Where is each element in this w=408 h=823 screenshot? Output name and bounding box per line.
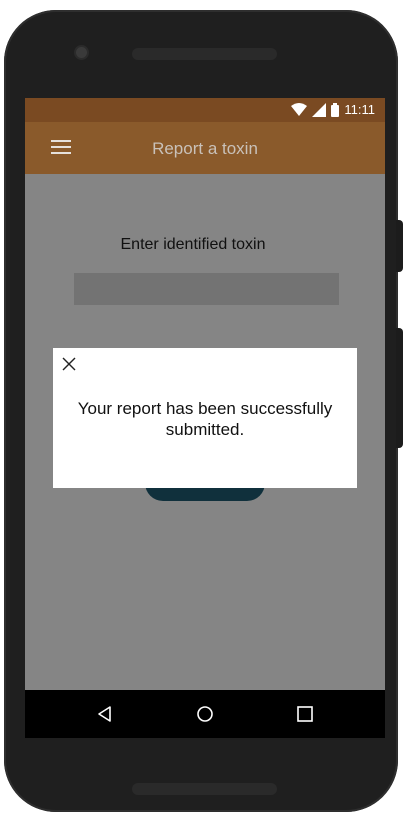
top-speaker bbox=[132, 48, 277, 60]
status-time: 11:11 bbox=[344, 102, 375, 117]
home-circle-icon[interactable] bbox=[195, 704, 215, 724]
close-icon[interactable] bbox=[61, 356, 77, 372]
phone-frame: 11:11 Report a toxin Enter identified to… bbox=[4, 10, 398, 812]
recents-square-icon[interactable] bbox=[295, 704, 315, 724]
device-screen: 11:11 Report a toxin Enter identified to… bbox=[25, 98, 385, 738]
signal-icon bbox=[312, 102, 327, 117]
status-icons: 11:11 bbox=[291, 102, 375, 117]
battery-icon bbox=[331, 102, 340, 117]
back-triangle-icon[interactable] bbox=[95, 704, 115, 724]
success-dialog: Your report has been successfully submit… bbox=[53, 348, 357, 488]
system-navigation-bar bbox=[25, 690, 385, 738]
bottom-speaker bbox=[132, 783, 277, 795]
success-message: Your report has been successfully submit… bbox=[77, 399, 333, 439]
wifi-icon bbox=[291, 102, 308, 116]
volume-button bbox=[396, 328, 403, 448]
power-button bbox=[396, 220, 403, 272]
status-bar: 11:11 bbox=[25, 98, 385, 122]
app-bar-title: Report a toxin bbox=[152, 139, 258, 158]
app-bar: Report a toxin bbox=[25, 122, 385, 174]
front-camera bbox=[76, 47, 87, 58]
